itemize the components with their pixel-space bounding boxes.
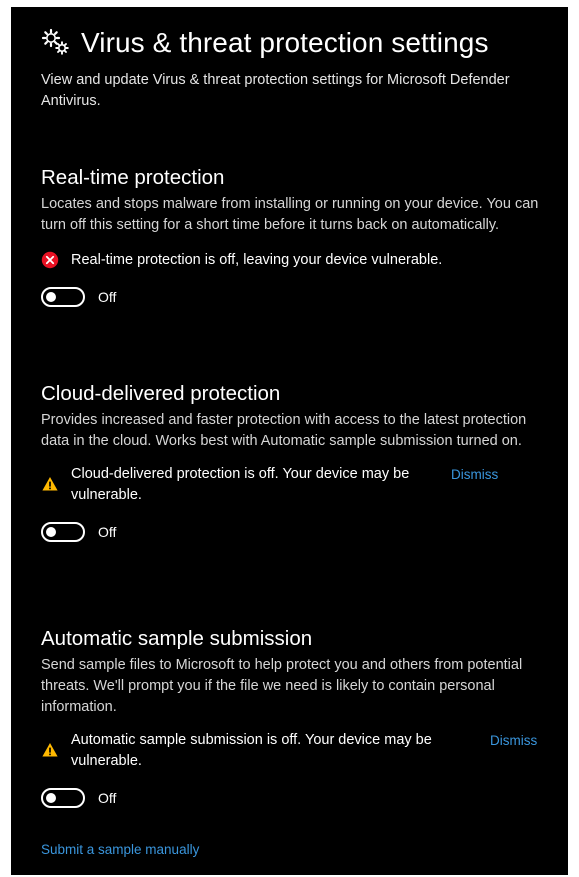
- real-time-protection-toggle[interactable]: Off: [41, 287, 561, 307]
- toggle-knob: [46, 292, 56, 302]
- real-time-alert: Real-time protection is off, leaving you…: [41, 250, 561, 271]
- section-title: Cloud-delivered protection: [41, 382, 281, 405]
- toggle-state-label: Off: [98, 790, 117, 806]
- warning-icon: [41, 475, 59, 493]
- section-description: Locates and stops malware from installin…: [41, 196, 539, 233]
- error-icon: [41, 251, 59, 269]
- toggle-state-label: Off: [98, 524, 117, 540]
- page-description: View and update Virus & threat protectio…: [41, 72, 510, 109]
- dismiss-link[interactable]: Dismiss: [451, 464, 498, 485]
- toggle-state-label: Off: [98, 289, 117, 305]
- toggle-knob: [46, 527, 56, 537]
- gear-icon: [41, 28, 71, 58]
- sample-submission-alert: Automatic sample submission is off. Your…: [41, 730, 561, 772]
- cloud-protection-alert: Cloud-delivered protection is off. Your …: [41, 464, 561, 506]
- toggle-knob: [46, 793, 56, 803]
- alert-text: Cloud-delivered protection is off. Your …: [71, 466, 410, 503]
- warning-icon: [41, 741, 59, 759]
- toggle-switch[interactable]: [41, 788, 85, 808]
- page-header: Virus & threat protection settings: [41, 27, 489, 59]
- settings-panel: Virus & threat protection settings View …: [11, 7, 568, 875]
- alert-text: Automatic sample submission is off. Your…: [71, 732, 432, 769]
- section-cloud-delivered-protection: Cloud-delivered protection Provides incr…: [41, 381, 561, 542]
- section-description: Provides increased and faster protection…: [41, 412, 527, 449]
- section-title: Real-time protection: [41, 166, 225, 189]
- automatic-sample-submission-toggle[interactable]: Off: [41, 788, 561, 808]
- section-real-time-protection: Real-time protection Locates and stops m…: [41, 165, 561, 307]
- toggle-switch[interactable]: [41, 522, 85, 542]
- toggle-switch[interactable]: [41, 287, 85, 307]
- dismiss-link[interactable]: Dismiss: [490, 730, 537, 751]
- alert-text: Real-time protection is off, leaving you…: [71, 252, 443, 268]
- page-title: Virus & threat protection settings: [81, 27, 489, 58]
- cloud-delivered-protection-toggle[interactable]: Off: [41, 522, 561, 542]
- section-description: Send sample files to Microsoft to help p…: [41, 657, 523, 715]
- submit-sample-link[interactable]: Submit a sample manually: [41, 842, 199, 857]
- section-title: Automatic sample submission: [41, 627, 313, 650]
- section-automatic-sample-submission: Automatic sample submission Send sample …: [41, 626, 561, 808]
